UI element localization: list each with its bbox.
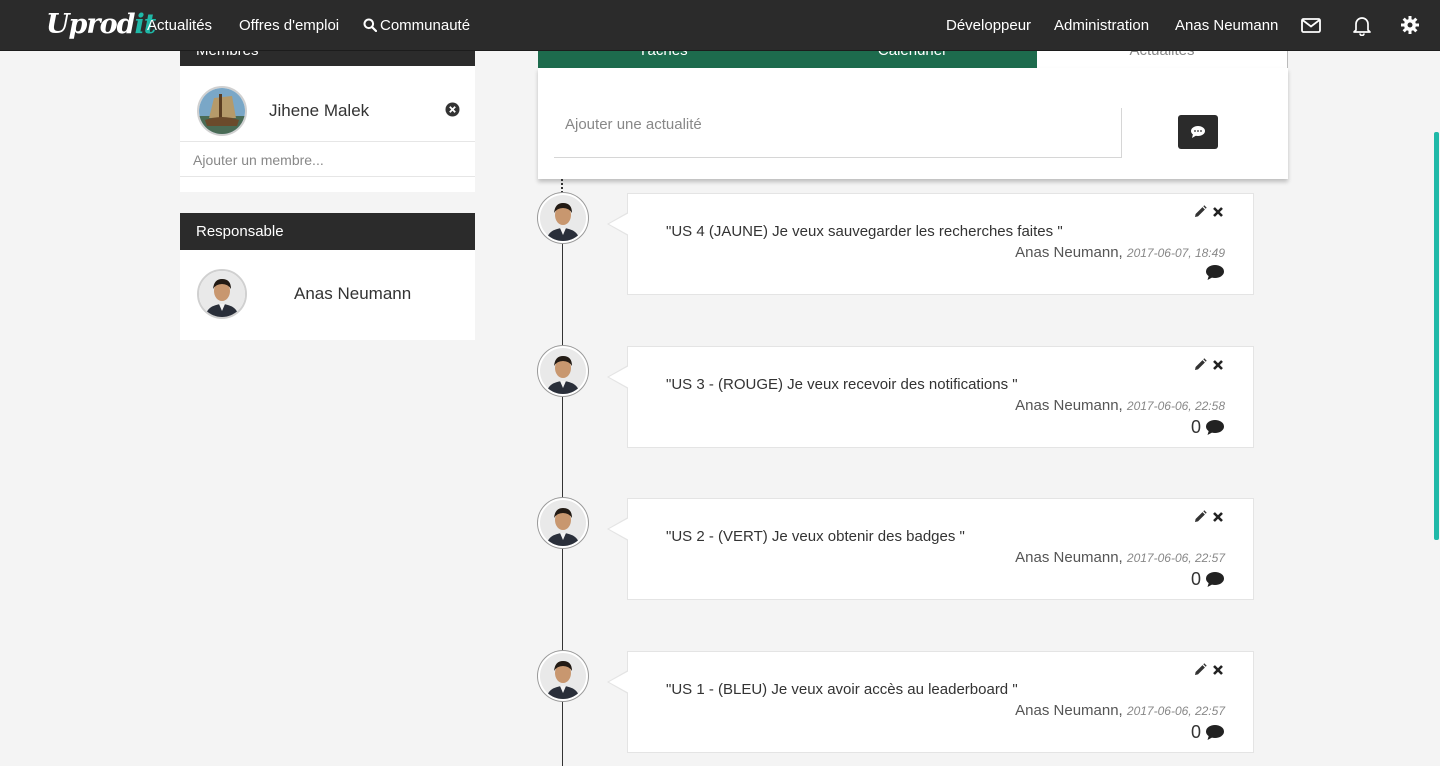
- responsable-avatar[interactable]: [197, 269, 247, 319]
- news-post-card: "US 4 (JAUNE) Je veux sauvegarder les re…: [607, 193, 1254, 295]
- responsable-panel: Responsable Anas Neumann: [180, 213, 475, 340]
- top-navbar: Uprodit Actualités Offres d'emploi Commu…: [0, 0, 1440, 51]
- search-icon: [363, 18, 378, 33]
- member-name[interactable]: Jihene Malek: [269, 101, 369, 121]
- comment-icon: [1206, 572, 1224, 587]
- news-post-card: "US 3 - (ROUGE) Je veux recevoir des not…: [607, 346, 1254, 448]
- edit-pencil-icon[interactable]: [1193, 510, 1207, 524]
- comment-count: 0: [1190, 722, 1201, 742]
- scrollbar-thumb[interactable]: [1434, 132, 1439, 540]
- post-news-button[interactable]: [1178, 115, 1218, 149]
- post-text: "US 2 - (VERT) Je veux obtenir des badge…: [666, 528, 965, 545]
- post-meta: Anas Neumann, 2017-06-06, 22:57: [1015, 702, 1225, 719]
- add-news-input[interactable]: Ajouter une actualité: [554, 108, 1122, 158]
- delete-x-icon[interactable]: [1211, 358, 1225, 372]
- brand-logo[interactable]: Uprodit: [46, 9, 156, 40]
- comments-button[interactable]: [1201, 264, 1225, 281]
- delete-x-icon[interactable]: [1211, 510, 1225, 524]
- comment-count: 0: [1190, 417, 1201, 437]
- nav-developpeur[interactable]: Développeur: [946, 17, 1031, 34]
- post-actions: [1193, 205, 1225, 219]
- remove-member-icon[interactable]: [445, 102, 460, 117]
- post-actions: [1193, 358, 1225, 372]
- post-author[interactable]: Anas Neumann,: [1015, 397, 1123, 414]
- post-meta: Anas Neumann, 2017-06-06, 22:58: [1015, 397, 1225, 414]
- post-text: "US 1 - (BLEU) Je veux avoir accès au le…: [666, 681, 1018, 698]
- post-date: 2017-06-07, 18:49: [1126, 246, 1225, 260]
- brand-text: Uprod: [46, 9, 136, 40]
- tab-taches[interactable]: Tâches: [538, 51, 788, 68]
- post-meta: Anas Neumann, 2017-06-06, 22:57: [1015, 549, 1225, 566]
- edit-pencil-icon[interactable]: [1193, 663, 1207, 677]
- news-post-card: "US 1 - (BLEU) Je veux avoir accès au le…: [607, 651, 1254, 753]
- comments-button[interactable]: 0: [1191, 417, 1225, 438]
- post-date: 2017-06-06, 22:58: [1126, 399, 1225, 413]
- nav-communaute-label: Communauté: [380, 17, 471, 34]
- post-meta: Anas Neumann, 2017-06-07, 18:49: [1015, 244, 1225, 261]
- post-date: 2017-06-06, 22:57: [1126, 551, 1225, 565]
- post-author-avatar[interactable]: [538, 193, 588, 243]
- nav-communaute[interactable]: Communauté: [363, 17, 470, 34]
- post-author-avatar[interactable]: [538, 651, 588, 701]
- member-avatar[interactable]: [197, 86, 247, 136]
- tab-actualites[interactable]: Actualités: [1037, 51, 1288, 68]
- gear-icon[interactable]: [1399, 14, 1421, 36]
- tab-calendrier[interactable]: Calendrier: [788, 51, 1037, 68]
- add-member-input[interactable]: Ajouter un membre...: [180, 141, 475, 177]
- nav-user-name[interactable]: Anas Neumann: [1175, 17, 1278, 34]
- comment-icon: [1206, 420, 1224, 435]
- post-author[interactable]: Anas Neumann,: [1015, 702, 1123, 719]
- bell-icon[interactable]: [1351, 14, 1373, 37]
- responsable-name[interactable]: Anas Neumann: [294, 284, 411, 304]
- main-tabs: Tâches Calendrier Actualités: [538, 51, 1288, 68]
- nav-offres-emploi[interactable]: Offres d'emploi: [239, 17, 339, 34]
- comment-icon: [1191, 126, 1205, 138]
- comments-button[interactable]: 0: [1191, 722, 1225, 743]
- post-author-avatar[interactable]: [538, 498, 588, 548]
- post-text: "US 4 (JAUNE) Je veux sauvegarder les re…: [666, 223, 1063, 240]
- comments-button[interactable]: 0: [1191, 569, 1225, 590]
- post-date: 2017-06-06, 22:57: [1126, 704, 1225, 718]
- responsable-panel-header: Responsable: [180, 213, 475, 250]
- responsable-title: Responsable: [196, 223, 284, 240]
- envelope-icon[interactable]: [1300, 14, 1322, 36]
- post-author-avatar[interactable]: [538, 346, 588, 396]
- nav-actualites[interactable]: Actualités: [147, 17, 212, 34]
- news-post-card: "US 2 - (VERT) Je veux obtenir des badge…: [607, 498, 1254, 600]
- post-text: "US 3 - (ROUGE) Je veux recevoir des not…: [666, 376, 1018, 393]
- members-panel-header: Membres: [180, 51, 475, 66]
- edit-pencil-icon[interactable]: [1193, 358, 1207, 372]
- news-composer: Ajouter une actualité: [538, 68, 1288, 179]
- nav-administration[interactable]: Administration: [1054, 17, 1149, 34]
- delete-x-icon[interactable]: [1211, 205, 1225, 219]
- comment-count: 0: [1190, 569, 1201, 589]
- comment-icon: [1206, 725, 1224, 740]
- members-panel: Membres Jihene Malek Ajouter un membre..…: [180, 51, 475, 192]
- post-actions: [1193, 510, 1225, 524]
- post-author[interactable]: Anas Neumann,: [1015, 549, 1123, 566]
- edit-pencil-icon[interactable]: [1193, 205, 1207, 219]
- members-title: Membres: [196, 51, 259, 59]
- timeline-dots: [561, 179, 564, 193]
- delete-x-icon[interactable]: [1211, 663, 1225, 677]
- comment-icon: [1206, 265, 1224, 280]
- post-author[interactable]: Anas Neumann,: [1015, 244, 1123, 261]
- post-actions: [1193, 663, 1225, 677]
